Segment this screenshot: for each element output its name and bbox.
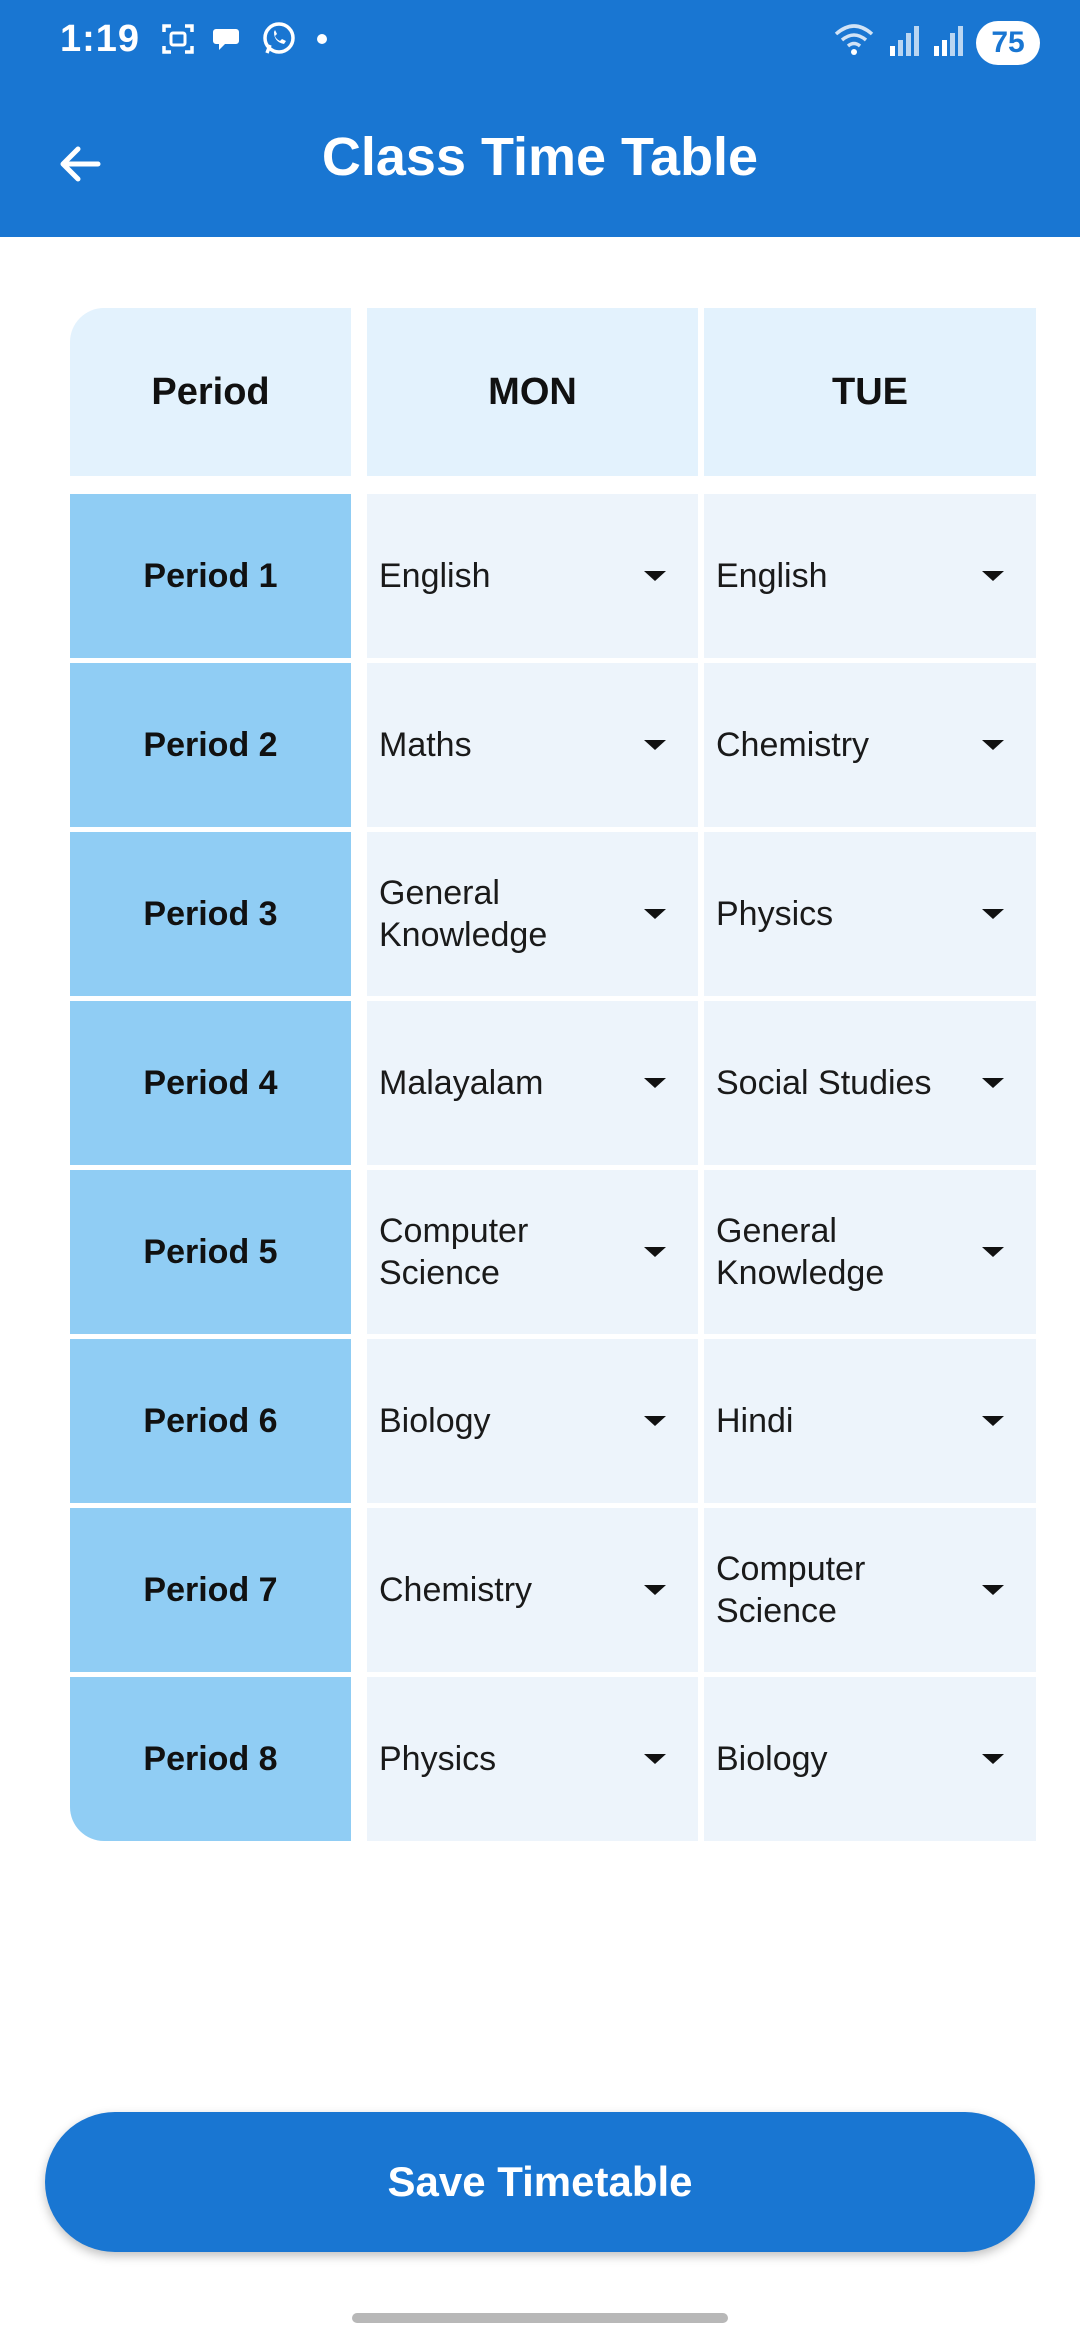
subject-dropdown-mon[interactable]: Physics bbox=[367, 1677, 698, 1841]
timetable: Period MON TUE Period 1 English English … bbox=[70, 308, 1036, 1841]
dropdown-arrow-icon bbox=[982, 909, 1004, 919]
subject-value: Hindi bbox=[716, 1402, 794, 1440]
column-header-mon: MON bbox=[367, 308, 698, 476]
dropdown-arrow-icon bbox=[982, 1078, 1004, 1088]
period-label: Period 3 bbox=[70, 832, 351, 996]
period-label: Period 7 bbox=[70, 1508, 351, 1672]
dropdown-arrow-icon bbox=[982, 1247, 1004, 1257]
subject-value: General Knowledge bbox=[379, 874, 548, 954]
dropdown-arrow-icon bbox=[982, 1754, 1004, 1764]
dropdown-arrow-icon bbox=[644, 571, 666, 581]
subject-value: Computer Science bbox=[716, 1550, 866, 1630]
subject-value: English bbox=[379, 557, 491, 595]
chat-bubbles-icon bbox=[210, 21, 246, 57]
period-label: Period 1 bbox=[70, 494, 351, 658]
subject-dropdown-tue[interactable]: Social Studies bbox=[704, 1001, 1036, 1165]
dropdown-arrow-icon bbox=[644, 1078, 666, 1088]
period-label: Period 2 bbox=[70, 663, 351, 827]
subject-dropdown-mon[interactable]: Malayalam bbox=[367, 1001, 698, 1165]
period-label: Period 6 bbox=[70, 1339, 351, 1503]
subject-value: English bbox=[716, 557, 828, 595]
subject-dropdown-tue[interactable]: Physics bbox=[704, 832, 1036, 996]
table-row: Period 3 General Knowledge Physics bbox=[70, 832, 1036, 1001]
signal-icon bbox=[932, 22, 964, 63]
subject-dropdown-mon[interactable]: Chemistry bbox=[367, 1508, 698, 1672]
header: 1:19 75 Class Time Table bbox=[0, 0, 1080, 237]
battery-icon: 75 bbox=[976, 20, 1040, 65]
dropdown-arrow-icon bbox=[644, 909, 666, 919]
subject-value: Malayalam bbox=[379, 1064, 544, 1102]
table-body: Period 1 English English Period 2 Maths … bbox=[70, 494, 1036, 1846]
dropdown-arrow-icon bbox=[644, 740, 666, 750]
table-row: Period 2 Maths Chemistry bbox=[70, 663, 1036, 832]
home-indicator[interactable] bbox=[352, 2313, 728, 2323]
signal-icon bbox=[888, 22, 920, 63]
dropdown-arrow-icon bbox=[982, 1585, 1004, 1595]
column-header-tue: TUE bbox=[704, 308, 1036, 476]
wifi-icon bbox=[832, 20, 876, 65]
dot-icon bbox=[312, 21, 332, 57]
period-label: Period 8 bbox=[70, 1677, 351, 1841]
subject-dropdown-mon[interactable]: General Knowledge bbox=[367, 832, 698, 996]
dropdown-arrow-icon bbox=[982, 1416, 1004, 1426]
table-row: Period 6 Biology Hindi bbox=[70, 1339, 1036, 1508]
subject-value: Biology bbox=[379, 1402, 491, 1440]
table-row: Period 4 Malayalam Social Studies bbox=[70, 1001, 1036, 1170]
status-bar: 1:19 75 bbox=[0, 0, 1080, 88]
subject-dropdown-tue[interactable]: Hindi bbox=[704, 1339, 1036, 1503]
subject-dropdown-tue[interactable]: English bbox=[704, 494, 1036, 658]
app-bar: Class Time Table bbox=[0, 88, 1080, 237]
page-title: Class Time Table bbox=[321, 127, 759, 187]
subject-value: General Knowledge bbox=[716, 1212, 885, 1292]
subject-dropdown-mon[interactable]: English bbox=[367, 494, 698, 658]
dropdown-arrow-icon bbox=[644, 1585, 666, 1595]
table-row: Period 5 Computer Science General Knowle… bbox=[70, 1170, 1036, 1339]
table-row: Period 1 English English bbox=[70, 494, 1036, 663]
subject-value: Maths bbox=[379, 726, 472, 764]
table-header-row: Period MON TUE bbox=[70, 308, 1036, 476]
period-label: Period 4 bbox=[70, 1001, 351, 1165]
dropdown-arrow-icon bbox=[644, 1247, 666, 1257]
dropdown-arrow-icon bbox=[644, 1754, 666, 1764]
save-timetable-button[interactable]: Save Timetable bbox=[45, 2112, 1035, 2252]
subject-dropdown-tue[interactable]: Biology bbox=[704, 1677, 1036, 1841]
subject-value: Physics bbox=[716, 895, 834, 933]
status-icons-right: 75 bbox=[832, 20, 1040, 65]
subject-dropdown-tue[interactable]: General Knowledge bbox=[704, 1170, 1036, 1334]
status-icons-left bbox=[160, 20, 332, 58]
subject-value: Computer Science bbox=[379, 1212, 529, 1292]
table-row: Period 7 Chemistry Computer Science bbox=[70, 1508, 1036, 1677]
screenshot-icon bbox=[160, 21, 196, 57]
table-row: Period 8 Physics Biology bbox=[70, 1677, 1036, 1846]
subject-value: Social Studies bbox=[716, 1064, 932, 1102]
dropdown-arrow-icon bbox=[644, 1416, 666, 1426]
subject-dropdown-mon[interactable]: Maths bbox=[367, 663, 698, 827]
column-header-period: Period bbox=[70, 308, 351, 476]
whatsapp-icon bbox=[260, 20, 298, 58]
subject-value: Chemistry bbox=[379, 1571, 533, 1609]
dropdown-arrow-icon bbox=[982, 571, 1004, 581]
subject-dropdown-mon[interactable]: Computer Science bbox=[367, 1170, 698, 1334]
status-time: 1:19 bbox=[60, 18, 141, 60]
subject-dropdown-tue[interactable]: Computer Science bbox=[704, 1508, 1036, 1672]
dropdown-arrow-icon bbox=[982, 740, 1004, 750]
subject-dropdown-tue[interactable]: Chemistry bbox=[704, 663, 1036, 827]
subject-value: Biology bbox=[716, 1740, 828, 1778]
subject-dropdown-mon[interactable]: Biology bbox=[367, 1339, 698, 1503]
period-label: Period 5 bbox=[70, 1170, 351, 1334]
subject-value: Chemistry bbox=[716, 726, 870, 764]
subject-value: Physics bbox=[379, 1740, 497, 1778]
